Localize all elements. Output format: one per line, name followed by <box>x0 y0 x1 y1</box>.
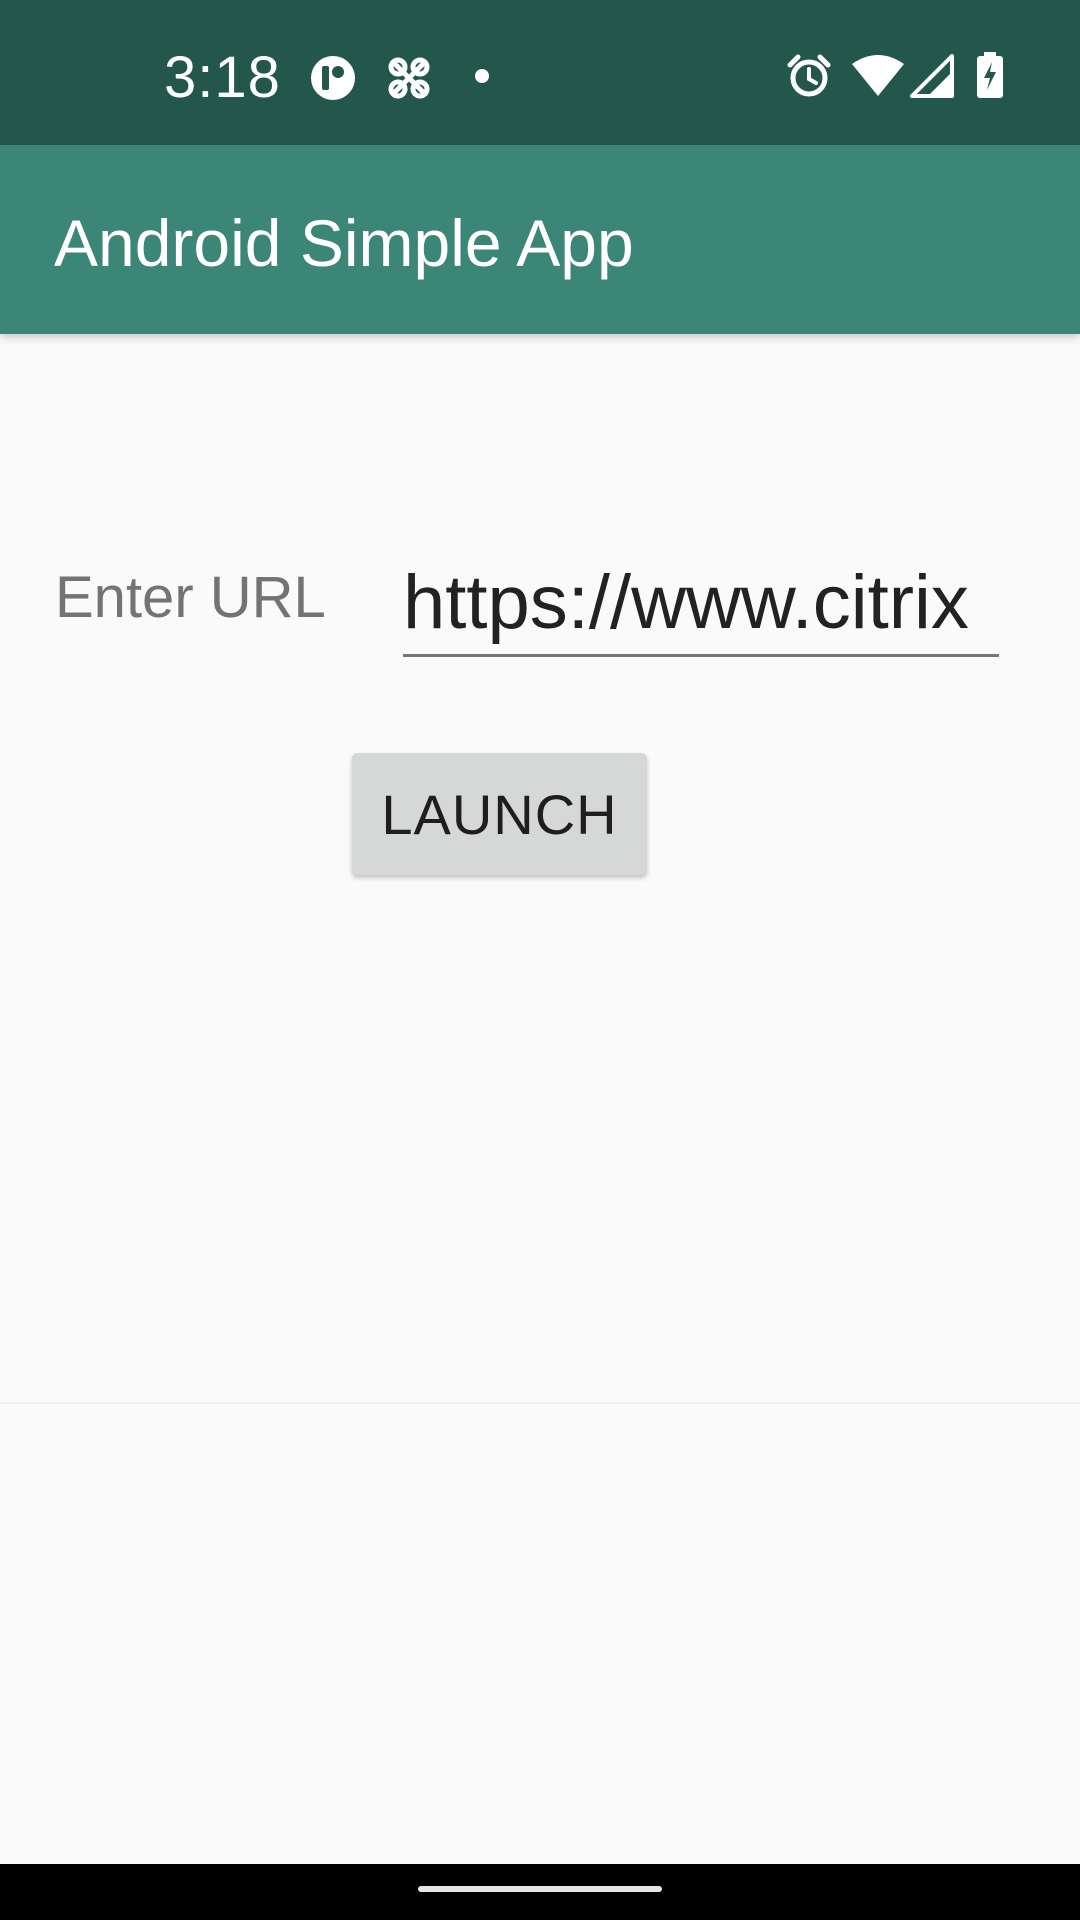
content-divider <box>0 1402 1080 1404</box>
cell-signal-icon <box>910 54 954 103</box>
alarm-icon <box>786 53 832 104</box>
status-bar: 3:18 <box>0 0 1080 145</box>
home-gesture-handle[interactable] <box>418 1886 662 1892</box>
app-title: Android Simple App <box>54 206 634 280</box>
url-input[interactable] <box>403 550 999 657</box>
dot-icon <box>474 68 490 89</box>
notification-p-icon <box>309 54 357 107</box>
navigation-bar <box>0 1864 1080 1920</box>
notification-app-icon <box>386 55 432 106</box>
url-label: Enter URL <box>55 565 326 630</box>
screen: 3:18 Android Simple App Enter URL https:… <box>0 0 1080 1920</box>
wifi-icon <box>852 54 904 103</box>
battery-charging-icon <box>975 52 1005 103</box>
status-time: 3:18 <box>164 45 281 110</box>
app-bar: Android Simple App <box>0 145 1080 334</box>
launch-button[interactable]: LAUNCH <box>352 753 647 875</box>
